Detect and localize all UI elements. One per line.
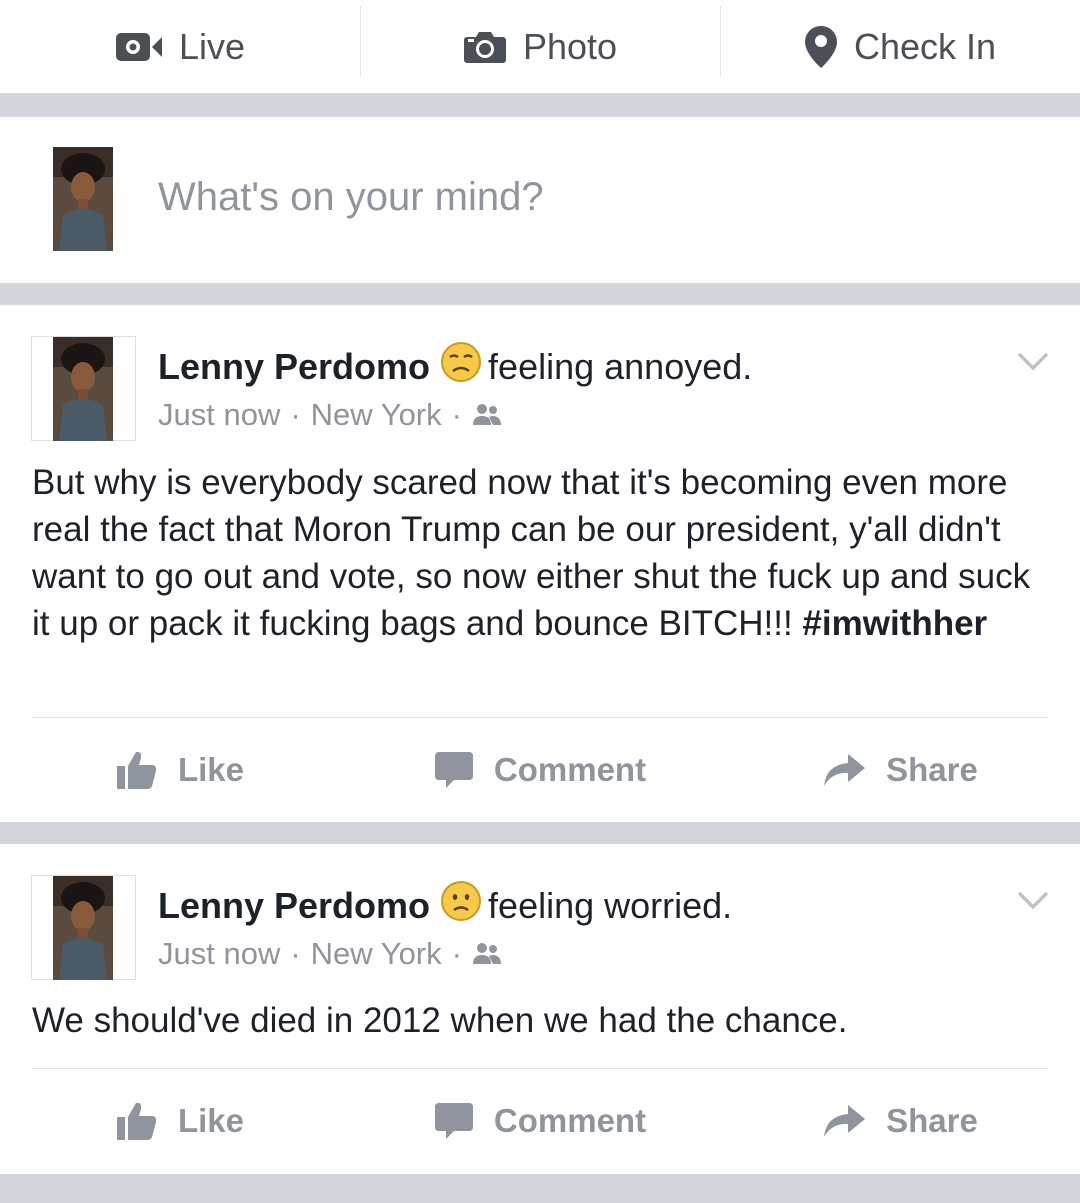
check-in-label: Check In	[853, 25, 997, 67]
post-location[interactable]: New York	[311, 936, 442, 972]
post-text: We should've died in 2012 when we had th…	[32, 1001, 848, 1040]
photo-button[interactable]: Photo	[360, 0, 720, 93]
divider	[31, 717, 1049, 718]
author-photo	[53, 337, 113, 441]
thumbs-up-icon	[116, 751, 157, 789]
feeling-text: feeling annoyed.	[488, 345, 753, 387]
post-meta: Just now · New York ·	[158, 936, 502, 972]
like-button[interactable]: Like	[0, 1081, 360, 1161]
meta-separator: ·	[451, 397, 462, 432]
divider	[31, 1068, 1049, 1069]
like-label: Like	[177, 1102, 245, 1139]
like-label: Like	[177, 751, 245, 788]
author-photo	[53, 876, 113, 980]
like-button[interactable]: Like	[0, 730, 360, 810]
post-author-avatar[interactable]	[31, 875, 136, 980]
comment-button[interactable]: Comment	[360, 730, 720, 810]
post-header: Lenny Perdomo feeling worried.	[158, 880, 732, 931]
post-location[interactable]: New York	[311, 397, 442, 433]
post-actions: Like Comment Share	[0, 730, 1080, 810]
check-in-button[interactable]: Check In	[720, 0, 1080, 93]
location-pin-icon	[804, 25, 837, 68]
comment-label: Comment	[493, 751, 647, 788]
post-author-avatar[interactable]	[31, 336, 136, 441]
meta-separator: ·	[290, 397, 301, 432]
share-arrow-icon	[824, 754, 866, 786]
hashtag-link[interactable]: #imwithher	[802, 604, 987, 643]
post-time[interactable]: Just now	[158, 397, 280, 433]
post-body: We should've died in 2012 when we had th…	[32, 997, 1042, 1044]
chevron-down-icon[interactable]	[1016, 890, 1050, 912]
friends-icon	[472, 943, 501, 964]
feed-post: Lenny Perdomo feeling worried. Just now …	[0, 844, 1080, 1174]
feeling-text: feeling worried.	[488, 884, 733, 926]
thumbs-up-icon	[116, 1102, 157, 1140]
comment-label: Comment	[493, 1102, 647, 1139]
friends-icon	[472, 404, 501, 425]
comment-button[interactable]: Comment	[360, 1081, 720, 1161]
post-header: Lenny Perdomo feeling annoyed.	[158, 341, 752, 392]
post-time[interactable]: Just now	[158, 936, 280, 972]
status-input[interactable]: What's on your mind?	[158, 177, 544, 217]
share-button[interactable]: Share	[720, 1081, 1080, 1161]
camera-icon	[463, 31, 506, 63]
composer-bar: Live Photo Check In	[0, 0, 1080, 93]
author-name[interactable]: Lenny Perdomo	[158, 346, 430, 388]
chevron-down-icon[interactable]	[1016, 351, 1050, 373]
user-avatar	[53, 147, 113, 251]
share-label: Share	[886, 751, 978, 788]
comment-bubble-icon	[434, 1103, 473, 1139]
video-camera-icon	[115, 32, 162, 61]
live-label: Live	[178, 25, 246, 67]
worried-emoji-icon	[440, 880, 482, 931]
post-actions: Like Comment Share	[0, 1081, 1080, 1161]
comment-bubble-icon	[434, 752, 473, 788]
photo-label: Photo	[522, 25, 618, 67]
share-button[interactable]: Share	[720, 730, 1080, 810]
post-body: But why is everybody scared now that it'…	[32, 459, 1042, 647]
author-name[interactable]: Lenny Perdomo	[158, 885, 430, 927]
live-button[interactable]: Live	[0, 0, 360, 93]
post-meta: Just now · New York ·	[158, 397, 502, 433]
share-arrow-icon	[824, 1105, 866, 1137]
status-composer[interactable]: What's on your mind?	[0, 117, 1080, 283]
share-label: Share	[886, 1102, 978, 1139]
meta-separator: ·	[451, 936, 462, 971]
meta-separator: ·	[290, 936, 301, 971]
feed-post: Lenny Perdomo feeling annoyed. Just now …	[0, 305, 1080, 822]
annoyed-emoji-icon	[440, 341, 482, 392]
